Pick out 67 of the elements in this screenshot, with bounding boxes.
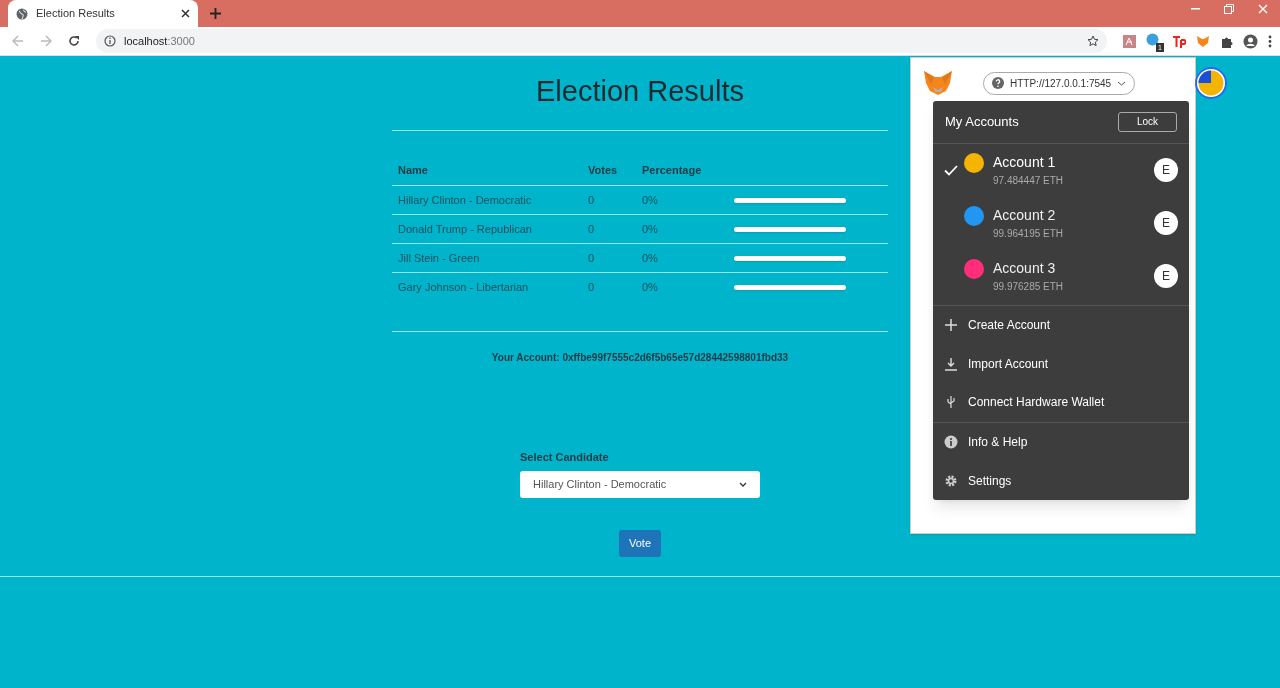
table-cell-text: Jill Stein - Green bbox=[397, 250, 481, 266]
account-balance: 99.964195 ETH bbox=[993, 227, 1065, 242]
chevron-down-icon bbox=[1117, 80, 1127, 86]
menu-item[interactable]: Info & Help bbox=[933, 422, 1189, 462]
chevron-down-icon bbox=[739, 481, 747, 487]
browser-tab[interactable]: Election Results bbox=[8, 0, 198, 27]
account-avatar-icon[interactable] bbox=[1195, 67, 1228, 99]
menu-title: My Accounts bbox=[945, 113, 1020, 132]
plus-icon bbox=[944, 318, 958, 333]
menu-item[interactable]: Settings bbox=[933, 461, 1189, 500]
check-icon bbox=[944, 164, 958, 176]
table-cell-text: 0 bbox=[587, 192, 596, 208]
star-icon[interactable] bbox=[1087, 35, 1099, 47]
table-cell-text: 0% bbox=[641, 279, 659, 295]
account-address-text: Your Account: 0xffbe99f7555c2d6f5b65e57d28442598801fbd33 bbox=[490, 351, 790, 365]
account-item[interactable]: Account 3 99.976285 ETH E bbox=[933, 249, 1189, 303]
table-cell-text: 0% bbox=[641, 192, 659, 208]
help-icon bbox=[992, 77, 1004, 89]
menu-item[interactable]: Connect Hardware Wallet bbox=[933, 383, 1189, 422]
table-cell-text: 0 bbox=[587, 279, 596, 295]
candidate-select[interactable]: Hillary Clinton - Democratic bbox=[520, 470, 760, 498]
account-badge: E bbox=[1154, 158, 1178, 183]
account-name: Account 3 bbox=[993, 259, 1057, 279]
url-text: localhost:3000 bbox=[124, 33, 195, 49]
tab-title: Election Results bbox=[36, 6, 116, 22]
info-icon bbox=[104, 35, 116, 47]
new-tab-icon[interactable] bbox=[210, 8, 221, 19]
profile-icon[interactable] bbox=[1243, 33, 1258, 49]
table-cell-text: 0 bbox=[587, 221, 596, 237]
table-cell-text: 0% bbox=[641, 221, 659, 237]
account-item[interactable]: Account 1 97.484447 ETH E bbox=[933, 143, 1189, 197]
close-window-icon[interactable] bbox=[1258, 4, 1268, 14]
table-cell-text: 0% bbox=[641, 250, 659, 266]
table-cell-text: Hillary Clinton - Democratic bbox=[397, 192, 533, 208]
globe-extension-icon[interactable] bbox=[1146, 33, 1159, 46]
download-icon bbox=[944, 356, 958, 371]
account-name: Account 2 bbox=[993, 206, 1057, 226]
column-header: Percentage bbox=[641, 162, 703, 178]
vote-button[interactable]: Vote bbox=[619, 529, 661, 557]
settings-icon bbox=[944, 473, 958, 488]
pdf-extension-icon[interactable] bbox=[1123, 34, 1136, 48]
column-header: Name bbox=[397, 162, 429, 178]
table-cell-text: Donald Trump - Republican bbox=[397, 221, 533, 237]
menu-item[interactable]: Create Account bbox=[933, 305, 1189, 345]
account-balance: 99.976285 ETH bbox=[993, 280, 1065, 295]
select-label: Select Candidate bbox=[520, 450, 610, 465]
reload-icon[interactable] bbox=[68, 35, 80, 47]
account-badge: E bbox=[1154, 211, 1178, 236]
fox-logo-icon bbox=[923, 70, 953, 96]
close-icon[interactable] bbox=[181, 9, 190, 18]
menu-item[interactable]: Import Account bbox=[933, 344, 1189, 384]
menu-icon[interactable] bbox=[1268, 34, 1272, 48]
account-name: Account 1 bbox=[993, 153, 1057, 173]
table-cell-text: 0 bbox=[587, 250, 596, 266]
account-balance: 97.484447 ETH bbox=[993, 174, 1065, 189]
lock-button[interactable]: Lock bbox=[1117, 111, 1177, 132]
info-icon bbox=[944, 435, 958, 449]
restore-icon[interactable] bbox=[1224, 4, 1234, 14]
page-title: Election Results bbox=[535, 74, 745, 109]
usb-icon bbox=[946, 395, 956, 410]
table-cell-text: Gary Johnson - Libertarian bbox=[397, 279, 530, 295]
account-badge: E bbox=[1154, 264, 1178, 289]
address-bar[interactable]: localhost:3000 bbox=[96, 29, 1107, 53]
column-header: Votes bbox=[587, 162, 619, 178]
tp-extension-icon[interactable] bbox=[1172, 34, 1186, 48]
account-item[interactable]: Account 2 99.964195 ETH E bbox=[933, 196, 1189, 250]
fox-extension-icon[interactable] bbox=[1196, 34, 1210, 48]
